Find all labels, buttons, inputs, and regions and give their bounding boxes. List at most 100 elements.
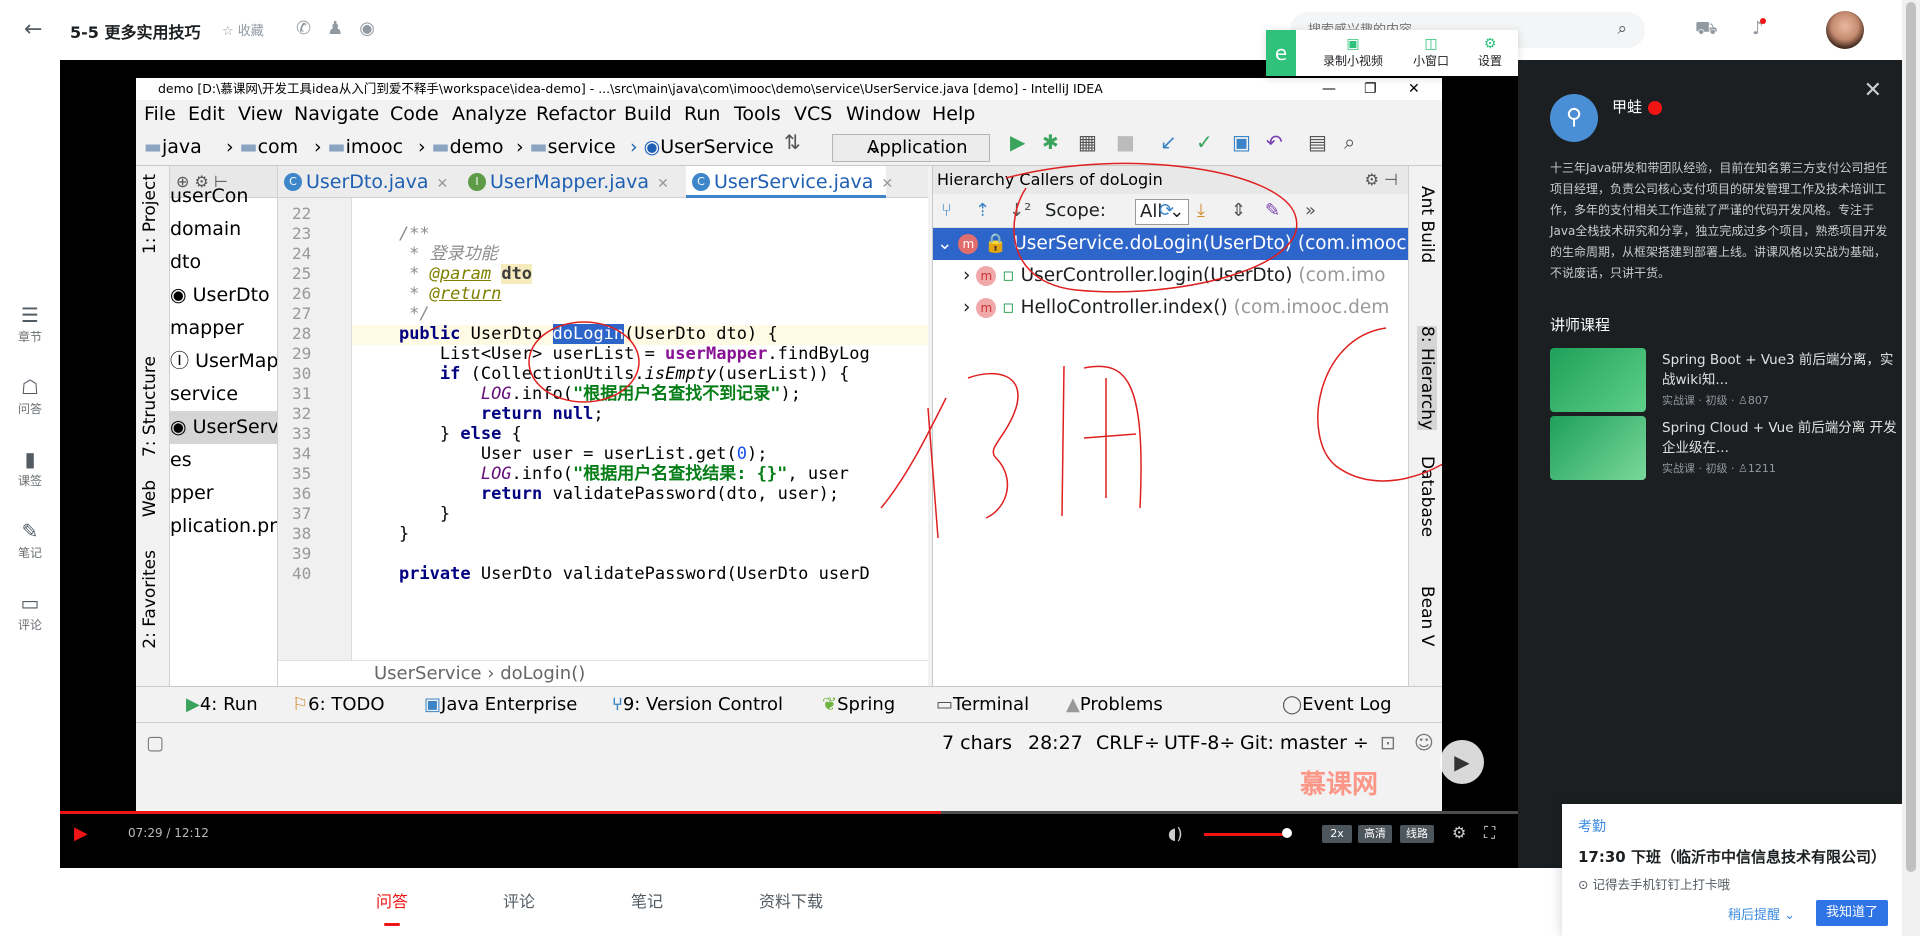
ide-menu-bar: File Edit View Navigate Code Analyze Ref… — [136, 100, 1442, 128]
tree-item: pper — [170, 482, 214, 504]
weibo-icon[interactable]: ◉ — [359, 18, 375, 39]
nav-item-notes[interactable]: ✎ 笔记 — [0, 518, 60, 561]
ide-bottom-toolbar: ▶ 4: Run ⚐ 6: TODO ▣ Java Enterprise ⑂ 9… — [136, 686, 1442, 722]
nav-item-bookmark[interactable]: ▮ 课签 — [0, 446, 60, 489]
play-icon[interactable]: ▶ — [74, 823, 88, 844]
menu-window: Window — [846, 103, 921, 125]
pin-icon: ✎ — [1265, 200, 1281, 221]
teacher-name-row: 甲蛙 — [1612, 96, 1663, 117]
hierarchy-package: (com.imo — [1298, 265, 1386, 286]
stop-icon: ■ — [1116, 130, 1135, 154]
popup-settings-button[interactable]: ⚙ 设置 — [1470, 36, 1510, 69]
crumb: com — [257, 136, 299, 158]
tree-item: plication.prop — [170, 515, 277, 537]
tab-comments[interactable]: 评论 — [503, 888, 535, 912]
tab-qa[interactable]: 问答 — [376, 888, 408, 926]
user-avatar[interactable] — [1826, 11, 1864, 49]
tab-notes[interactable]: 笔记 — [631, 888, 663, 912]
tree-item: mapper — [170, 317, 244, 339]
expand-icon: ⇕ — [1231, 200, 1247, 221]
page-scrollbar[interactable] — [1902, 0, 1920, 936]
chevron-down-icon: ⌄ — [937, 233, 953, 254]
method-icon: m — [976, 266, 997, 286]
qq-icon[interactable]: ♟ — [327, 18, 343, 39]
fullscreen-icon[interactable]: ⛶ — [1484, 823, 1495, 843]
got-it-button[interactable]: 我知道了 — [1816, 900, 1888, 926]
minimize-icon: — — [1322, 81, 1336, 97]
play-overlay-icon[interactable]: ▶ — [1440, 740, 1484, 784]
scrollbar-thumb[interactable] — [1906, 2, 1916, 872]
run-icon: ▶ — [1010, 130, 1026, 154]
course-title: Spring Boot + Vue3 前后端分离，实战wiki知... — [1662, 352, 1894, 388]
tree-item: service — [170, 383, 239, 405]
record-button[interactable]: ▣ 录制小视频 — [1320, 36, 1386, 69]
teacher-name[interactable]: 甲蛙 — [1612, 98, 1642, 116]
ide-left-toolbar: 1: Project 7: Structure Web 2: Favorites — [136, 166, 170, 686]
line-number: 33 — [292, 424, 312, 443]
ide-screenshot: demo [D:\慕课网\开发工具idea从入门到爱不释手\workspace\… — [136, 78, 1442, 813]
teacher-avatar[interactable]: ⚲ — [1550, 94, 1598, 142]
close-icon[interactable]: ✕ — [1864, 78, 1882, 103]
line-button[interactable]: 线路 — [1400, 825, 1434, 843]
teacher-bio: 十三年Java研发和带团队经验，目前在知名第三方支付公司担任项目经理，负责公司核… — [1550, 161, 1888, 280]
back-arrow-icon[interactable]: ← — [24, 18, 48, 42]
crumb: demo — [449, 136, 504, 158]
line-number: 38 — [292, 524, 312, 543]
nav-item-qa[interactable]: ☖ 问答 — [0, 374, 60, 417]
status-line-separator: CRLF÷ — [1096, 732, 1160, 754]
vcs-commit-icon: ✓ — [1196, 130, 1213, 154]
line-number: 30 — [292, 364, 312, 383]
code-breadcrumb: UserService › doLogin() — [278, 660, 928, 686]
nav-item-chapters[interactable]: ☰ 章节 — [0, 302, 60, 345]
line-number: 27 — [292, 304, 312, 323]
bell-icon[interactable]: ♪ — [1752, 18, 1766, 39]
collect-button[interactable]: ☆ 收藏 — [222, 20, 264, 39]
tool-version-control: 9: Version Control — [622, 694, 784, 715]
tool-popup: e ▣ 录制小视频 ◫ 小窗口 ⚙ 设置 — [1266, 30, 1518, 76]
settings-gear-icon[interactable]: ⚙ — [1452, 823, 1466, 842]
volume-icon[interactable]: ◖) — [1168, 824, 1183, 843]
tool-run: 4: Run — [199, 694, 258, 715]
mini-window-button[interactable]: ◫ 小窗口 — [1406, 36, 1456, 69]
notification-sub-text: 记得去手机钉钉上打卡哦 — [1592, 877, 1730, 892]
speed-button[interactable]: 2x — [1322, 825, 1352, 843]
caller-icon: ⑂ — [941, 200, 952, 221]
volume-knob[interactable] — [1282, 828, 1292, 838]
line-number: 22 — [292, 204, 312, 223]
spring-icon: ❦ — [822, 694, 838, 715]
quality-button[interactable]: 高清 — [1358, 825, 1392, 843]
line-number: 29 — [292, 344, 312, 363]
hierarchy-row: ⌄ m 🔒 UserService.doLogin(UserDto) (com.… — [933, 228, 1408, 260]
remind-later-button[interactable]: 稍后提醒 ⌄ — [1728, 904, 1795, 923]
browser-extension-icon[interactable]: e — [1266, 30, 1296, 76]
class-icon: ◉ — [170, 284, 187, 306]
debug-icon: ✱ — [1042, 130, 1059, 154]
status-encoding: UTF-8÷ — [1164, 732, 1236, 754]
nav-item-comments[interactable]: ▭ 评论 — [0, 590, 60, 633]
left-nav: ☰ 章节 ☖ 问答 ▮ 课签 ✎ 笔记 ▭ 评论 — [0, 60, 60, 868]
tab-downloads[interactable]: 资料下载 — [759, 888, 823, 912]
java-ee-icon: ▣ — [424, 694, 442, 715]
course-card[interactable]: Spring Boot + Vue3 前后端分离，实战wiki知... 实战课 … — [1550, 348, 1900, 412]
menu-file: File — [144, 103, 176, 125]
todo-icon: ⚐ — [292, 694, 309, 715]
vcs-update-icon: ↙ — [1160, 130, 1177, 154]
tool-hierarchy: 8: Hierarchy — [1417, 326, 1437, 431]
line-number: 37 — [292, 504, 312, 523]
notes-icon: ✎ — [21, 519, 39, 543]
record-label: 录制小视频 — [1322, 54, 1383, 68]
volume-slider[interactable] — [1204, 833, 1286, 836]
line-number: 26 — [292, 284, 312, 303]
tab-usermapper: I UserMapper.java ✕ — [462, 166, 682, 198]
hierarchy-method: UserController.login(UserDto) — [1020, 265, 1293, 286]
lock-icon: ⊡ — [1380, 732, 1396, 754]
tree-item: dto — [170, 251, 202, 273]
line-number: 36 — [292, 484, 312, 503]
wechat-icon[interactable]: ✆ — [296, 18, 311, 39]
line-number: 40 — [292, 564, 312, 583]
cart-icon[interactable]: ⛟ — [1695, 18, 1718, 42]
verified-badge-icon — [1648, 100, 1663, 115]
search-icon[interactable]: ⌕ — [1617, 19, 1627, 39]
course-card[interactable]: Spring Cloud + Vue 前后端分离 开发企业级在... 实战课 ·… — [1550, 416, 1900, 480]
tool-ant-build: Ant Build — [1417, 186, 1437, 264]
